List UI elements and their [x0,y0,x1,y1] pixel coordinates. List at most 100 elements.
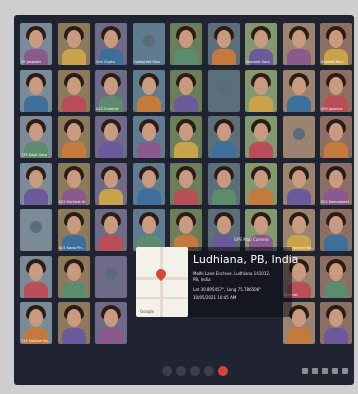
participant-tile[interactable] [20,69,52,112]
participant-tile[interactable] [57,23,90,65]
participant-tile[interactable] [207,116,240,158]
participant-tile[interactable] [170,69,202,112]
participant-body [61,49,86,65]
participant-tile[interactable] [132,116,165,158]
participant-tile[interactable] [245,69,277,112]
participant-tile[interactable] [282,162,315,205]
mic-icon[interactable] [162,366,172,376]
participant-tile[interactable] [20,255,52,298]
lock-icon[interactable] [342,368,348,374]
participant-face [216,216,231,234]
participant-tile[interactable] [95,116,127,158]
participant-tile[interactable] [170,23,202,65]
participant-body [211,49,236,65]
participant-tile[interactable] [320,255,352,298]
participant-tile[interactable] [245,209,277,251]
participant-name: 124 Sukhbir Ka... [21,339,51,343]
participant-tile[interactable] [57,116,90,158]
participant-face [254,216,268,234]
participant-tile[interactable] [132,162,165,205]
participant-face [254,169,268,188]
participant-body [61,142,86,158]
participant-tile[interactable] [170,209,202,251]
participant-tile[interactable] [20,209,52,251]
participant-tile[interactable] [320,209,352,251]
location-region: PB, India [193,277,211,282]
participant-tile[interactable] [207,162,240,205]
participant-body [324,142,348,158]
participant-tile[interactable] [282,23,315,65]
participant-body [24,281,48,298]
participant-name: Sukhpreet Kaur [133,60,161,64]
more-icon[interactable] [204,366,214,376]
participant-body [99,328,123,344]
participant-tile[interactable] [95,162,127,205]
chat-icon[interactable] [322,368,328,374]
participant-body [249,95,273,112]
participant-tile[interactable] [57,255,90,298]
participant-tile[interactable] [20,162,52,205]
participant-tile[interactable]: 002 Kamalpreet [320,162,352,205]
participant-body [99,188,123,205]
participant-tile[interactable]: F03 Navneet Ka... [282,209,315,251]
participant-body [286,49,311,65]
participant-tile[interactable] [207,209,240,251]
participant-name: 135 Kajal Garg [21,153,47,157]
share-icon[interactable] [190,366,200,376]
participant-tile[interactable]: A23 Gurkirat [95,69,127,112]
participant-tile[interactable]: 135 Kajal Garg [20,116,52,158]
participant-tile[interactable] [245,162,277,205]
people-icon[interactable] [312,368,318,374]
participant-face [179,30,193,48]
participant-tile[interactable]: A23 Gurkirat Kr [57,162,90,205]
participant-tile[interactable]: 124 Sukhbir Ka... [20,302,52,344]
participant-body [249,142,273,158]
participant-face [329,169,343,188]
participant-tile[interactable]: Navneet Kaur [245,23,277,65]
activities-icon[interactable] [332,368,338,374]
participant-face [104,309,118,327]
participant-tile[interactable] [320,116,352,158]
participant-tile[interactable]: 25 Jaspreet [20,23,52,65]
participant-tile[interactable] [95,302,127,344]
participant-face [254,76,268,95]
participant-name: A14 Kavia Ph... [58,246,85,250]
location-coords: Lat 30.895457°, Long 75.786506° [193,287,262,292]
participant-tile[interactable] [132,209,165,251]
participant-face [66,216,81,234]
end-call-button[interactable] [218,366,228,376]
participant-tile[interactable] [95,209,127,251]
participant-tile[interactable]: Supreet Kaur [320,23,352,65]
participant-tile[interactable] [57,69,90,112]
participant-tile[interactable] [207,69,240,112]
participant-face [254,30,268,48]
participant-name: Urvi Gupta [96,60,115,64]
participant-face [104,169,118,188]
participant-body [324,328,348,344]
participant-tile[interactable] [282,116,315,158]
camera-icon[interactable] [176,366,186,376]
participant-tile[interactable] [207,23,240,65]
participant-tile[interactable]: 005 Jasmine [320,69,352,112]
photo: 25 Jaspreet Urvi Gupta Sukhpreet Kaur Navne… [0,0,358,394]
participant-tile[interactable] [57,302,90,344]
participant-face [104,30,118,48]
participant-tile[interactable] [320,302,352,344]
participant-tile[interactable]: A14 Kavia Ph... [57,209,90,251]
participant-tile[interactable]: Sukhpreet Kaur [132,23,165,65]
participant-face [329,30,343,48]
participant-tile[interactable] [245,116,277,158]
participant-body [24,188,48,205]
participant-face [29,309,43,327]
participant-body [174,188,198,205]
participant-tile[interactable] [132,69,165,112]
participant-tile[interactable] [95,255,127,298]
participant-tile[interactable]: Urvi Gupta [95,23,127,65]
participant-face [329,123,343,141]
participant-face [141,169,156,188]
participant-tile[interactable] [170,116,202,158]
participant-face [141,76,156,95]
participant-tile[interactable] [282,69,315,112]
info-icon[interactable] [302,368,308,374]
participant-tile[interactable] [170,162,202,205]
